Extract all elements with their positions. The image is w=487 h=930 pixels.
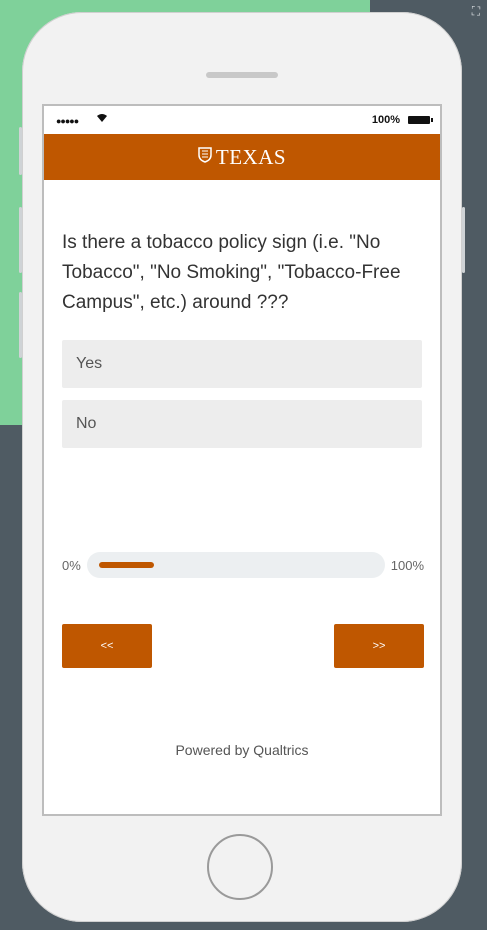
choice-no[interactable]: No: [62, 400, 422, 448]
survey-header: TEXAS: [44, 134, 440, 180]
choice-label: Yes: [76, 355, 103, 372]
question-text: Is there a tobacco policy sign (i.e. "No…: [62, 232, 401, 313]
progress-track: [86, 552, 385, 578]
phone-frame: ●●●●● 100% TEXAS Is there a tobacco poli…: [19, 12, 465, 922]
choice-label: No: [76, 415, 97, 432]
progress-bar: 0% 100%: [62, 551, 424, 579]
home-button[interactable]: [207, 834, 273, 900]
battery-percent: 100%: [371, 114, 400, 126]
logo-text: TEXAS: [215, 144, 287, 169]
power-button: [462, 207, 465, 273]
back-button[interactable]: <<: [62, 624, 152, 668]
volume-up-button: [19, 207, 22, 273]
signal-icon: ●●●●●: [56, 116, 79, 126]
choice-yes[interactable]: Yes: [62, 340, 422, 388]
progress-start-label: 0%: [62, 557, 81, 573]
mute-switch: [19, 127, 22, 175]
next-button[interactable]: >>: [334, 624, 424, 668]
battery-icon: [408, 116, 433, 124]
progress-fill: [98, 562, 154, 568]
shield-icon: [198, 146, 212, 168]
wifi-icon: [96, 113, 108, 126]
expand-icon[interactable]: ⛶: [469, 4, 483, 18]
volume-down-button: [19, 292, 22, 358]
powered-by-text: Powered by Qualtrics: [175, 742, 309, 758]
phone-screen: ●●●●● 100% TEXAS Is there a tobacco poli…: [42, 104, 442, 816]
speaker-slot: [206, 72, 278, 78]
status-bar: ●●●●● 100%: [44, 106, 440, 134]
progress-end-label: 100%: [390, 557, 424, 573]
